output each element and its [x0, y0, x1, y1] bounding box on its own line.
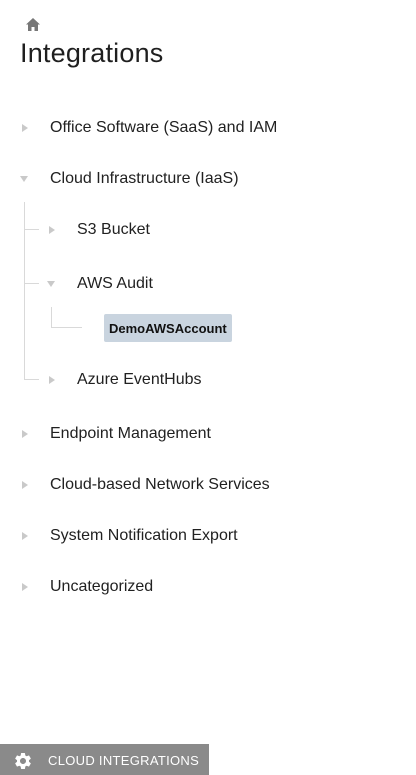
tree-line-aws-audit [51, 307, 52, 327]
caret-right-icon[interactable] [22, 583, 28, 591]
tree-item-s3-bucket[interactable]: S3 Bucket [47, 217, 150, 243]
home-icon[interactable] [26, 18, 40, 31]
caret-down-icon[interactable] [20, 176, 28, 182]
tree-item-label: System Notification Export [50, 527, 238, 544]
tree-item-label: Uncategorized [50, 578, 154, 595]
caret-right-icon[interactable] [22, 532, 28, 540]
integrations-page: Integrations Office Software (SaaS) and … [0, 0, 416, 775]
tree-item-endpoint-management[interactable]: Endpoint Management [20, 421, 211, 447]
cloud-integrations-label: CLOUD INTEGRATIONS [48, 753, 200, 768]
caret-right-icon[interactable] [49, 226, 55, 234]
tree-item-label: Cloud-based Network Services [50, 476, 270, 493]
tree-item-label: Office Software (SaaS) and IAM [50, 119, 278, 136]
page-title: Integrations [20, 38, 164, 68]
caret-right-icon[interactable] [22, 481, 28, 489]
tree-branch-demo-account [51, 327, 82, 328]
tree-item-label: S3 Bucket [77, 221, 150, 238]
tree-item-label: Azure EventHubs [77, 371, 202, 388]
gear-icon [13, 751, 33, 771]
tree-item-azure-eventhubs[interactable]: Azure EventHubs [47, 367, 202, 393]
tree-item-label: AWS Audit [77, 275, 153, 292]
tree-item-label: Endpoint Management [50, 425, 211, 442]
tree-item-office-software[interactable]: Office Software (SaaS) and IAM [20, 115, 277, 141]
tree-item-system-notification-export[interactable]: System Notification Export [20, 523, 238, 549]
caret-right-icon[interactable] [22, 430, 28, 438]
tree-item-label: Cloud Infrastructure (IaaS) [50, 170, 239, 187]
tree-item-cloud-network-services[interactable]: Cloud-based Network Services [20, 472, 270, 498]
cloud-integrations-button[interactable]: CLOUD INTEGRATIONS [0, 744, 209, 775]
tree-branch-azure [24, 379, 39, 380]
caret-down-icon[interactable] [47, 281, 55, 287]
tree-item-aws-audit[interactable]: AWS Audit [47, 271, 153, 297]
tree-item-demo-aws-account[interactable]: DemoAWSAccount [104, 314, 232, 342]
caret-right-icon[interactable] [22, 124, 28, 132]
tree-branch-s3 [24, 229, 39, 230]
caret-right-icon[interactable] [49, 376, 55, 384]
tree-item-uncategorized[interactable]: Uncategorized [20, 574, 153, 600]
tree-item-cloud-infrastructure[interactable]: Cloud Infrastructure (IaaS) [20, 166, 239, 192]
tree-branch-aws-audit [24, 283, 39, 284]
